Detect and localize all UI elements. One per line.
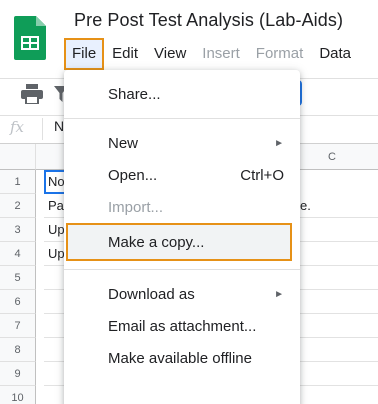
menu-item-label: Import... <box>108 198 164 216</box>
menu-item-label: Make available offline <box>108 349 252 367</box>
menu-item-download-as[interactable]: Download as ► <box>64 278 300 310</box>
row-header-3[interactable]: 3 <box>0 218 36 242</box>
menu-file[interactable]: File <box>64 38 105 70</box>
menu-item-label: Download as <box>108 285 195 303</box>
menu-item-label: Email as attachment... <box>108 317 257 335</box>
row-header-8[interactable]: 8 <box>0 338 36 362</box>
select-all-corner[interactable] <box>0 144 36 170</box>
row-header-2[interactable]: 2 <box>0 194 36 218</box>
row-header-5[interactable]: 5 <box>0 266 36 290</box>
menu-item-make-available-offline[interactable]: Make available offline <box>64 342 300 374</box>
row-header-9[interactable]: 9 <box>0 362 36 386</box>
menu-item-new[interactable]: New ► <box>64 127 300 159</box>
row-header-4[interactable]: 4 <box>0 242 36 266</box>
file-menu-dropdown: Share... New ► Open... Ctrl+O Import... … <box>64 70 300 404</box>
menu-item-import: Import... <box>64 191 300 223</box>
row-header-10[interactable]: 10 <box>0 386 36 404</box>
document-title[interactable]: Pre Post Test Analysis (Lab-Aids) <box>74 10 343 31</box>
menu-item-label: Share... <box>108 85 161 103</box>
menu-item-share[interactable]: Share... <box>64 78 300 110</box>
row-header-6[interactable]: 6 <box>0 290 36 314</box>
formula-input[interactable]: N <box>54 118 64 134</box>
keyboard-shortcut: Ctrl+O <box>240 166 284 184</box>
submenu-arrow-icon: ► <box>274 137 284 149</box>
menu-format[interactable]: Format <box>248 39 312 69</box>
print-icon[interactable] <box>20 84 44 104</box>
fx-icon: fx <box>10 118 25 136</box>
spreadsheet-window: Pre Post Test Analysis (Lab-Aids) File E… <box>0 0 378 404</box>
google-sheets-logo-icon[interactable] <box>14 16 46 60</box>
menu-item-label: Make a copy... <box>108 233 205 251</box>
menu-item-make-a-copy[interactable]: Make a copy... <box>66 223 292 261</box>
menu-view[interactable]: View <box>146 39 194 69</box>
menu-edit[interactable]: Edit <box>104 39 146 69</box>
menu-divider <box>64 118 300 119</box>
menu-item-label: New <box>108 134 139 152</box>
menu-divider <box>64 269 300 270</box>
row-header-7[interactable]: 7 <box>0 314 36 338</box>
menu-bar: File Edit View Insert Format Data <box>64 38 359 70</box>
menu-item-open[interactable]: Open... Ctrl+O <box>64 159 300 191</box>
menu-data[interactable]: Data <box>311 39 359 69</box>
formula-divider <box>42 118 43 140</box>
cell-row-2-overflow-text: e. <box>300 198 311 213</box>
row-header-1[interactable]: 1 <box>0 170 36 194</box>
menu-item-label: Open... <box>108 166 158 184</box>
menu-insert[interactable]: Insert <box>194 39 248 69</box>
menu-item-email-as-attachment[interactable]: Email as attachment... <box>64 310 300 342</box>
submenu-arrow-icon: ► <box>274 288 284 300</box>
